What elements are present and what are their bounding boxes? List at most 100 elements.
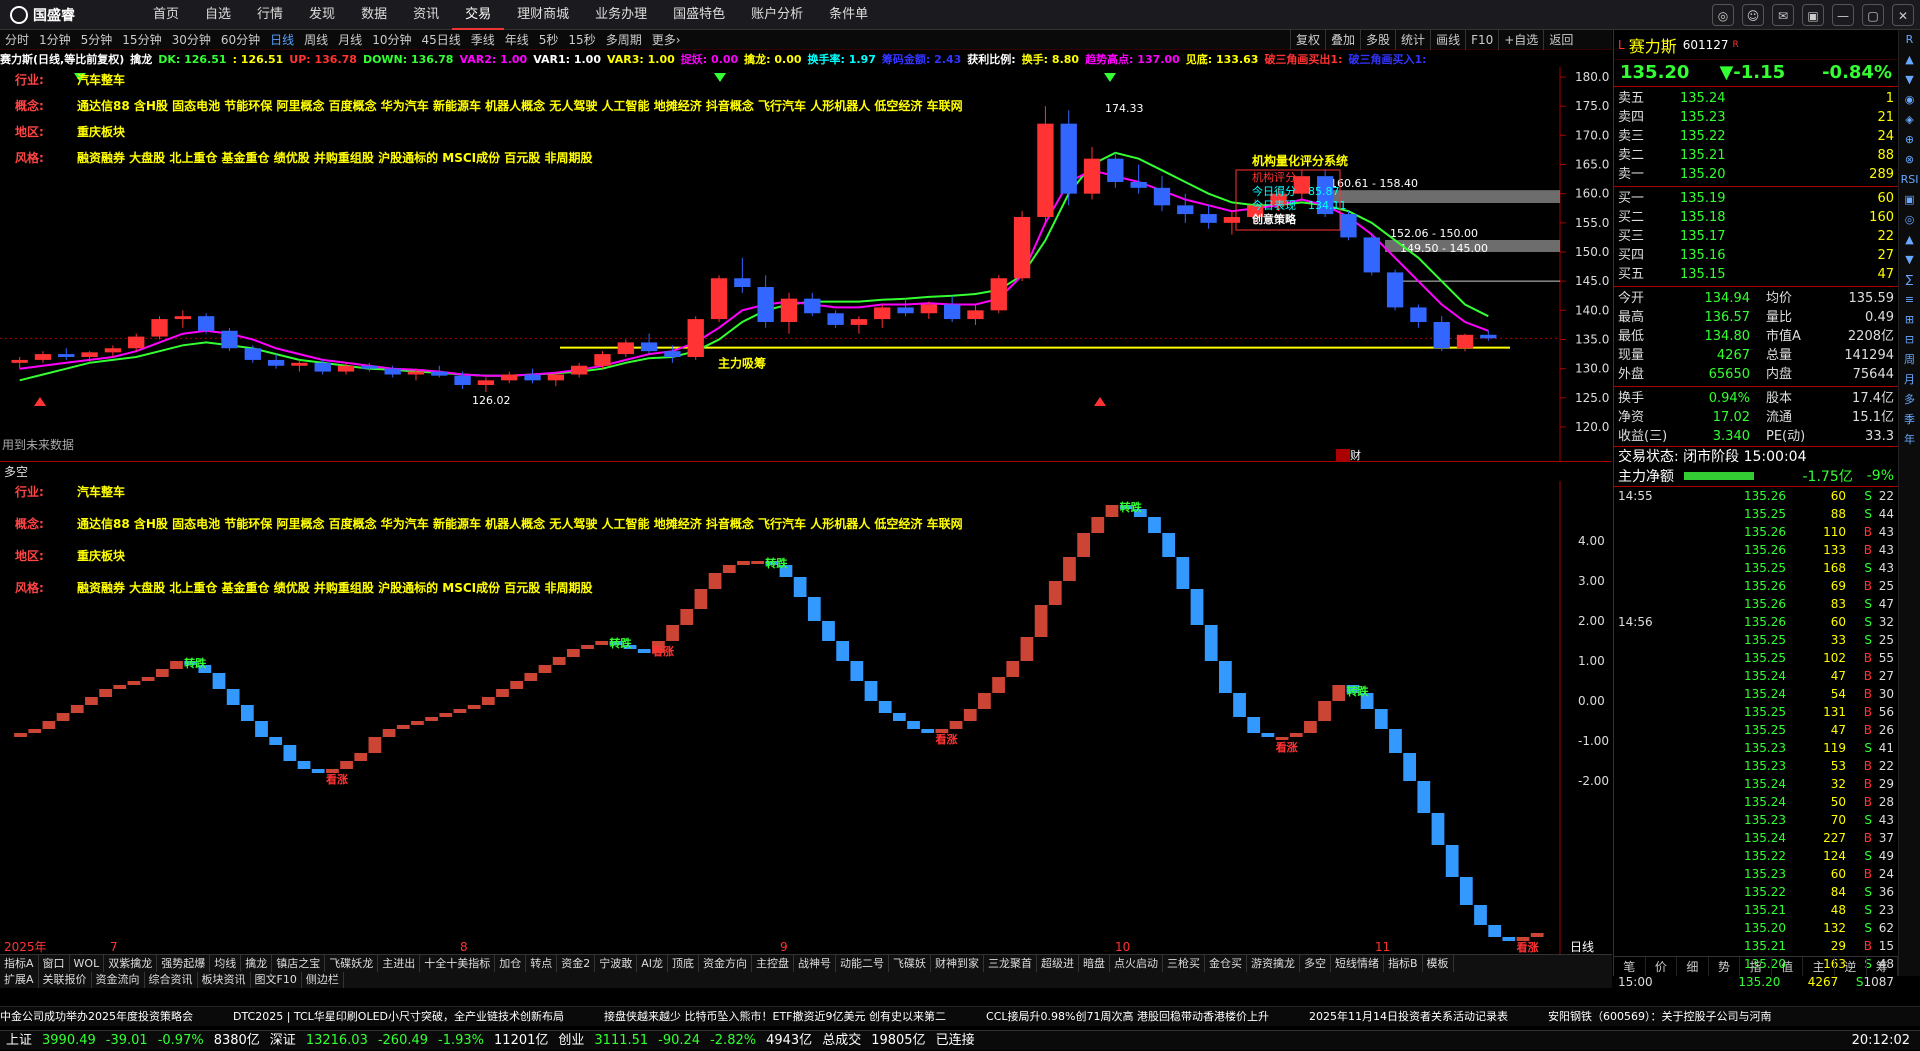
nav-7[interactable]: 理财商城 [504, 0, 582, 30]
side-tool-icon[interactable]: ⊞ [1899, 310, 1920, 330]
indicator-tab[interactable]: 强势起爆 [157, 955, 211, 972]
indicator-tab[interactable]: 短线情绪 [1331, 955, 1384, 972]
period-tab[interactable]: 1分钟 [34, 31, 76, 48]
period-tab[interactable]: 45日线 [416, 31, 465, 48]
indicator-tab[interactable]: AI龙 [637, 955, 668, 972]
nav-1[interactable]: 自选 [192, 0, 244, 30]
orderbook-row[interactable]: 买一 135.19 60 [1614, 189, 1898, 208]
indicator-tab[interactable]: 资金方向 [699, 955, 752, 972]
period-tab[interactable]: 15秒 [563, 31, 600, 48]
news-item[interactable]: 接盘侠越来越少 比特币坠入熊市！ETF撤资近9亿美元 创有史以来第二 [604, 1010, 946, 1023]
quote-tab[interactable]: 细 [1677, 957, 1709, 976]
indicator-tab[interactable]: 主控盘 [752, 955, 794, 972]
chat-icon[interactable]: ◎ [1712, 4, 1734, 26]
side-tool-icon[interactable]: ⊗ [1899, 150, 1920, 170]
sub-svg[interactable]: 4.003.002.001.000.00-1.00-2.00转跌看涨转跌看涨转跌… [0, 481, 1612, 954]
side-tool-icon[interactable]: ≡ [1899, 290, 1920, 310]
indicator-tab[interactable]: 飞碟妖龙 [325, 955, 379, 972]
indicator-tab[interactable]: 均线 [210, 955, 242, 972]
maximize-icon[interactable]: ▢ [1862, 4, 1884, 26]
period-tab[interactable]: 5分钟 [76, 31, 118, 48]
orderbook-row[interactable]: 卖四 135.23 21 [1614, 108, 1898, 127]
indicator-tab[interactable]: 转点 [526, 955, 558, 972]
period-tab[interactable]: 年线 [500, 31, 534, 48]
sub-indicator-chart[interactable]: 4.00 3.00 2.00 1.00 0.00 -1.00 -2.00 转跌 看涨 转跌 看涨 转跌… [0, 481, 1612, 954]
indicator-tab[interactable]: 点火启动 [1110, 955, 1163, 972]
orderbook-row[interactable]: 买三 135.17 22 [1614, 227, 1898, 246]
indicator-tab[interactable]: 金仓买 [1205, 955, 1247, 972]
side-tool-icon[interactable]: ▲ [1899, 230, 1920, 250]
news-item[interactable]: 中金公司成功举办2025年度投资策略会 [0, 1010, 193, 1023]
tick-list[interactable]: 14:55 135.26 60 S 22 135.25 88 S 44 135.26 110 B 43 1… [1614, 486, 1898, 991]
quote-tab[interactable]: 筹 [1867, 957, 1899, 976]
tool-button[interactable]: 复权 [1290, 30, 1325, 50]
news-item[interactable]: 2025年11月14日投资者关系活动记录表 [1309, 1010, 1508, 1023]
side-tool-icon[interactable]: ▲ [1899, 50, 1920, 70]
orderbook-row[interactable]: 卖五 135.24 1 [1614, 89, 1898, 108]
side-tool-icon[interactable]: 年 [1899, 430, 1920, 450]
indicator-tab[interactable]: 动能二号 [836, 955, 889, 972]
extension-tab[interactable]: 板块资讯 [198, 972, 251, 988]
side-tool-icon[interactable]: 季 [1899, 410, 1920, 430]
orderbook-row[interactable]: 卖三 135.22 24 [1614, 127, 1898, 146]
indicator-tab[interactable]: 资金2 [557, 955, 596, 972]
orderbook-row[interactable]: 买二 135.18 160 [1614, 208, 1898, 227]
indicator-tab[interactable]: 指标A [0, 955, 39, 972]
indicator-tab[interactable]: 顶底 [668, 955, 699, 972]
nav-5[interactable]: 资讯 [400, 0, 452, 30]
news-item[interactable]: CCL接局升0.98%创71周次高 港股回稳带动香港楼价上升 [986, 1010, 1269, 1023]
nav-11[interactable]: 条件单 [816, 0, 881, 30]
side-tool-icon[interactable]: 周 [1899, 350, 1920, 370]
minimize-icon[interactable]: — [1832, 4, 1854, 26]
period-tab[interactable]: 多周期 [601, 31, 647, 48]
tool-button[interactable]: 统计 [1395, 30, 1430, 50]
period-tab[interactable]: 分时 [0, 31, 34, 48]
extension-tab[interactable]: 关联报价 [39, 972, 92, 988]
period-tab[interactable]: 60分钟 [216, 31, 265, 48]
indicator-tab[interactable]: 超级进 [1037, 955, 1079, 972]
news-item[interactable]: 安阳钢铁（600569）：关于控股子公司与河南 [1548, 1010, 1772, 1023]
indicator-tab[interactable]: 三枪买 [1163, 955, 1205, 972]
mail-icon[interactable]: ✉ [1772, 4, 1794, 26]
side-tool-icon[interactable]: ▼ [1899, 70, 1920, 90]
orderbook-row[interactable]: 卖二 135.21 88 [1614, 146, 1898, 165]
orderbook-row[interactable]: 卖一 135.20 289 [1614, 165, 1898, 184]
extension-tab[interactable]: 扩展A [0, 972, 39, 988]
extension-tab[interactable]: 资金流向 [92, 972, 145, 988]
side-tool-icon[interactable]: ◈ [1899, 110, 1920, 130]
period-tab[interactable]: 周线 [299, 31, 333, 48]
side-tool-icon[interactable]: 多 [1899, 390, 1920, 410]
period-tab[interactable]: 月线 [333, 31, 367, 48]
nav-4[interactable]: 数据 [348, 0, 400, 30]
period-tab[interactable]: 10分钟 [367, 31, 416, 48]
nav-0[interactable]: 首页 [140, 0, 192, 30]
main-kline-chart[interactable]: 180.0 175.0 170.0 165.0 160.0 155.0 150.0 145.0… [0, 67, 1612, 462]
indicator-tab[interactable]: 窗口 [39, 955, 70, 972]
period-tab[interactable]: 15分钟 [117, 31, 166, 48]
indicator-tab[interactable]: WOL [70, 955, 105, 972]
side-tool-icon[interactable]: R [1899, 30, 1920, 50]
period-tab[interactable]: 5秒 [534, 31, 564, 48]
nav-9[interactable]: 国盛特色 [660, 0, 738, 30]
side-tool-icon[interactable]: ⊕ [1899, 130, 1920, 150]
tool-button[interactable]: 叠加 [1325, 30, 1360, 50]
nav-3[interactable]: 发现 [296, 0, 348, 30]
indicator-tab[interactable]: 镇店之宝 [272, 955, 326, 972]
tool-button[interactable]: +自选 [1498, 30, 1543, 50]
period-tab[interactable]: 日线 [265, 31, 299, 48]
news-ticker[interactable]: 中金公司成功举办2025年度投资策略会 DTC2025 | TCL华星印刷OLED… [0, 1006, 1920, 1026]
quote-tab[interactable]: 主 [1803, 957, 1835, 976]
close-icon[interactable]: ✕ [1892, 4, 1914, 26]
period-tab[interactable]: 30分钟 [167, 31, 216, 48]
tool-button[interactable]: 画线 [1430, 30, 1465, 50]
news-item[interactable]: DTC2025 | TCL华星印刷OLED小尺寸突破，全产业链技术创新布局 [233, 1010, 564, 1023]
quote-tab[interactable]: 势 [1709, 957, 1741, 976]
nav-2[interactable]: 行情 [244, 0, 296, 30]
quote-tab[interactable]: 价 [1646, 957, 1678, 976]
indicator-tab[interactable]: 主进出 [378, 955, 421, 972]
indicator-tab[interactable]: 双紫擒龙 [104, 955, 158, 972]
tool-button[interactable]: F10 [1465, 30, 1498, 50]
indicator-tab[interactable]: 十全十美指标 [420, 955, 496, 972]
extension-tab[interactable]: 综合资讯 [145, 972, 198, 988]
nav-8[interactable]: 业务办理 [582, 0, 660, 30]
